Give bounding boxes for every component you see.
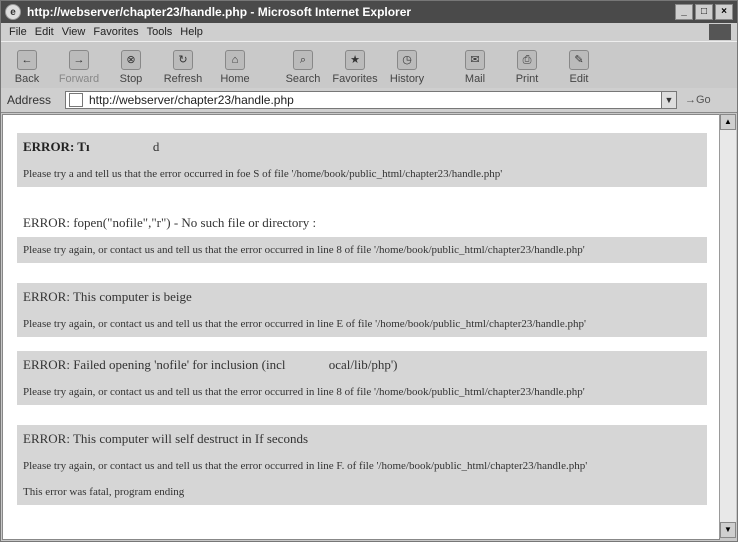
- title-bar: e http://webserver/chapter23/handle.php …: [1, 1, 737, 23]
- vertical-scrollbar[interactable]: ▲ ▼: [719, 114, 736, 538]
- go-arrow-icon: →: [685, 94, 696, 106]
- window-title: http://webserver/chapter23/handle.php - …: [27, 5, 412, 19]
- toolbar-separator: [261, 46, 277, 88]
- error-heading: ERROR: Failed opening 'nofile' for inclu…: [23, 357, 398, 372]
- refresh-button[interactable]: ↻ Refresh: [157, 46, 209, 88]
- edit-icon: ✎: [569, 50, 589, 70]
- address-bar: Address ▼ →Go: [1, 88, 737, 113]
- maximize-button[interactable]: □: [695, 4, 713, 20]
- address-label: Address: [7, 93, 52, 107]
- address-field[interactable]: [65, 91, 677, 109]
- close-button[interactable]: ×: [715, 4, 733, 20]
- error-heading: ERROR: This computer will self destruct …: [23, 431, 308, 446]
- error-message: Please try again, or contact us and tell…: [23, 386, 585, 398]
- print-button[interactable]: ⎙ Print: [501, 46, 553, 88]
- error-message: Please try again, or contact us and tell…: [23, 318, 586, 330]
- favorites-button[interactable]: ★ Favorites: [329, 46, 381, 88]
- error-message: Please try again, or contact us and tell…: [17, 237, 707, 263]
- menu-view[interactable]: View: [62, 26, 86, 38]
- stop-icon: ⊗: [121, 50, 141, 70]
- page-content: ERROR: Tı d Please try a and tell us tha…: [2, 114, 720, 540]
- menu-tools[interactable]: Tools: [147, 26, 173, 38]
- fatal-message: This error was fatal, program ending: [23, 486, 185, 498]
- search-button[interactable]: ⌕ Search: [277, 46, 329, 88]
- windows-logo-icon: [709, 24, 731, 40]
- home-icon: ⌂: [225, 50, 245, 70]
- search-icon: ⌕: [293, 50, 313, 70]
- back-button[interactable]: ← Back: [1, 46, 53, 88]
- error-block: ERROR: fopen("nofile","r") - No such fil…: [17, 209, 707, 263]
- ie-icon: e: [5, 4, 21, 20]
- address-dropdown-button[interactable]: ▼: [661, 91, 677, 109]
- error-block: ERROR: Tı d Please try a and tell us tha…: [17, 133, 707, 187]
- page-icon: [69, 93, 83, 107]
- toolbar: ← Back → Forward ⊗ Stop ↻ Refresh ⌂ Home ⌕ Sea…: [1, 41, 737, 89]
- stop-button[interactable]: ⊗ Stop: [105, 46, 157, 88]
- error-block: ERROR: This computer is beige Please try…: [17, 283, 707, 337]
- mail-icon: ✉: [465, 50, 485, 70]
- scroll-down-arrow-icon[interactable]: ▼: [720, 522, 736, 538]
- error-block: ERROR: Failed opening 'nofile' for inclu…: [17, 351, 707, 405]
- history-button[interactable]: ◷ History: [381, 46, 433, 88]
- error-message: Please try again, or contact us and tell…: [23, 460, 588, 472]
- favorites-icon: ★: [345, 50, 365, 70]
- error-heading: ERROR: Tı d: [23, 139, 160, 154]
- menu-bar: File Edit View Favorites Tools Help: [1, 23, 737, 41]
- forward-arrow-icon: →: [69, 50, 89, 70]
- menu-file[interactable]: File: [9, 26, 27, 38]
- history-icon: ◷: [397, 50, 417, 70]
- edit-button[interactable]: ✎ Edit: [553, 46, 605, 88]
- mail-button[interactable]: ✉ Mail: [449, 46, 501, 88]
- error-message: Please try a and tell us that the error …: [23, 168, 503, 180]
- error-block: ERROR: This computer will self destruct …: [17, 425, 707, 505]
- error-heading: ERROR: This computer is beige: [23, 289, 192, 304]
- go-button[interactable]: →Go: [685, 94, 711, 106]
- menu-edit[interactable]: Edit: [35, 26, 54, 38]
- refresh-icon: ↻: [173, 50, 193, 70]
- home-button[interactable]: ⌂ Home: [209, 46, 261, 88]
- minimize-button[interactable]: _: [675, 4, 693, 20]
- toolbar-separator: [433, 46, 449, 88]
- scroll-up-arrow-icon[interactable]: ▲: [720, 114, 736, 130]
- menu-help[interactable]: Help: [180, 26, 203, 38]
- menu-favorites[interactable]: Favorites: [93, 26, 138, 38]
- forward-button[interactable]: → Forward: [53, 46, 105, 88]
- error-heading: ERROR: fopen("nofile","r") - No such fil…: [23, 215, 317, 230]
- print-icon: ⎙: [517, 50, 537, 70]
- back-arrow-icon: ←: [17, 50, 37, 70]
- address-input[interactable]: [87, 92, 676, 108]
